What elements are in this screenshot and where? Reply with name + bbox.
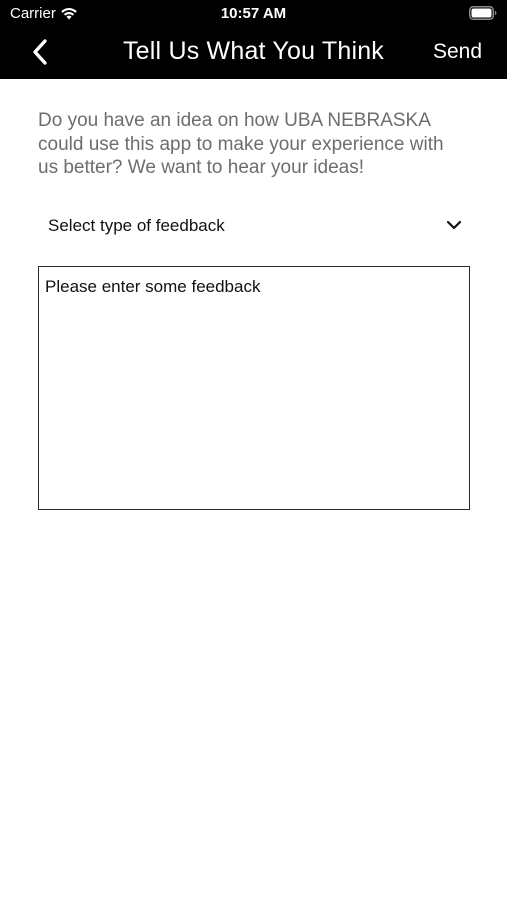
status-bar: Carrier 10:57 AM [0, 0, 507, 28]
chevron-down-icon [446, 218, 462, 236]
send-button[interactable]: Send [433, 40, 482, 64]
feedback-type-dropdown[interactable]: Select type of feedback [38, 204, 470, 248]
page-title: Tell Us What You Think [122, 37, 385, 65]
app-header: Carrier 10:57 AM Tell Us What You Think … [0, 0, 507, 79]
status-time: 10:57 AM [220, 5, 287, 22]
navigation-bar: Tell Us What You Think Send [0, 28, 507, 79]
battery-icon [469, 6, 497, 25]
intro-text: Do you have an idea on how UBA NEBRASKA … [38, 110, 444, 178]
feedback-input[interactable] [38, 266, 470, 510]
feedback-type-selected: Select type of feedback [48, 216, 225, 235]
